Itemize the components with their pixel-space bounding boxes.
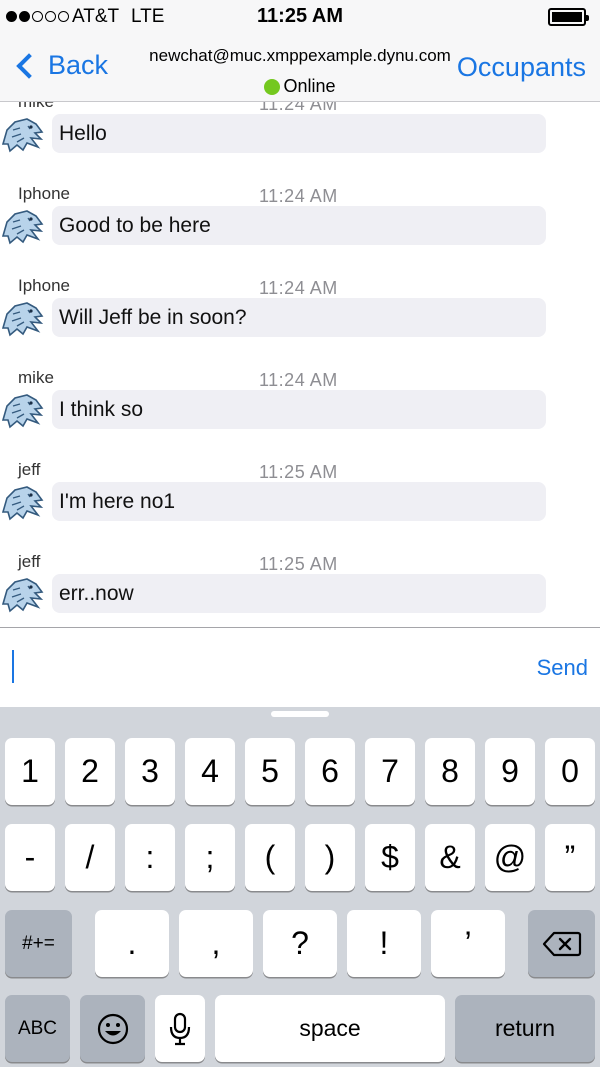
avatar-icon [1, 486, 44, 521]
message-bubble: I think so [52, 390, 546, 429]
key-7[interactable]: 7 [365, 738, 415, 805]
space-key[interactable]: space [215, 995, 445, 1062]
key-at[interactable]: @ [485, 824, 535, 891]
message-sender: Iphone [18, 276, 70, 295]
navigation-bar: Back newchat@muc.xmppexample.dynu.com On… [0, 34, 600, 102]
key-semicolon[interactable]: ; [185, 824, 235, 891]
key-4[interactable]: 4 [185, 738, 235, 805]
key-question[interactable]: ? [263, 910, 337, 977]
message-bubble: Good to be here [52, 206, 546, 245]
key-close-paren[interactable]: ) [305, 824, 355, 891]
key-period[interactable]: . [95, 910, 169, 977]
online-status-icon [264, 78, 281, 95]
abc-key[interactable]: ABC [5, 995, 70, 1062]
backspace-key[interactable] [528, 910, 595, 977]
key-exclamation[interactable]: ! [347, 910, 421, 977]
avatar-icon [1, 210, 44, 245]
key-hyphen[interactable]: - [5, 824, 55, 891]
message-item: jeff 11:25 AM I'm here no1 [0, 460, 600, 552]
message-sender: Iphone [18, 184, 70, 203]
message-list[interactable]: mike 11:24 AM Hello Iphone 11:24 AM Good… [0, 102, 600, 627]
message-bubble: Hello [52, 114, 546, 153]
message-item: jeff 11:25 AM err..now [0, 552, 600, 627]
key-5[interactable]: 5 [245, 738, 295, 805]
keyboard-grabber[interactable] [271, 711, 329, 717]
more-symbols-key[interactable]: #+= [5, 910, 72, 977]
key-slash[interactable]: / [65, 824, 115, 891]
message-input-bar: Send [0, 627, 600, 707]
message-bubble: I'm here no1 [52, 482, 546, 521]
key-quote[interactable]: ” [545, 824, 595, 891]
avatar-icon [1, 118, 44, 153]
avatar-icon [1, 302, 44, 337]
status-time: 11:25 AM [257, 5, 343, 27]
key-comma[interactable]: , [179, 910, 253, 977]
message-item: Iphone 11:24 AM Good to be here [0, 184, 600, 276]
message-bubble: err..now [52, 574, 546, 613]
emoji-icon [97, 1013, 128, 1044]
key-9[interactable]: 9 [485, 738, 535, 805]
key-open-paren[interactable]: ( [245, 824, 295, 891]
backspace-icon [542, 931, 581, 956]
message-item: Iphone 11:24 AM Will Jeff be in soon? [0, 276, 600, 368]
presence-label: Online [283, 76, 336, 96]
send-button[interactable]: Send [537, 655, 588, 681]
battery-icon [548, 8, 589, 26]
occupants-button[interactable]: Occupants [457, 52, 586, 83]
message-time: 11:24 AM [259, 186, 338, 206]
message-item: mike 11:24 AM I think so [0, 368, 600, 460]
key-8[interactable]: 8 [425, 738, 475, 805]
key-0[interactable]: 0 [545, 738, 595, 805]
key-1[interactable]: 1 [5, 738, 55, 805]
keyboard: 1 2 3 4 5 6 7 8 9 0 - / : ; ( ) $ & @ ” … [0, 707, 600, 1067]
message-time: 11:25 AM [259, 462, 338, 482]
message-time: 11:25 AM [259, 554, 338, 574]
message-sender: jeff [18, 460, 41, 479]
message-time: 11:24 AM [259, 278, 338, 298]
microphone-key[interactable] [155, 995, 205, 1062]
avatar-icon [1, 394, 44, 429]
key-dollar[interactable]: $ [365, 824, 415, 891]
return-key[interactable]: return [455, 995, 595, 1062]
message-bubble: Will Jeff be in soon? [52, 298, 546, 337]
message-item: mike 11:24 AM Hello [0, 102, 600, 184]
key-6[interactable]: 6 [305, 738, 355, 805]
key-colon[interactable]: : [125, 824, 175, 891]
message-time: 11:24 AM [259, 370, 338, 390]
key-ampersand[interactable]: & [425, 824, 475, 891]
status-bar: AT&T LTE 11:25 AM [0, 0, 600, 34]
message-input[interactable] [12, 650, 14, 683]
avatar-icon [1, 578, 44, 613]
message-sender: jeff [18, 552, 41, 571]
microphone-icon [169, 1012, 191, 1045]
emoji-key[interactable] [80, 995, 145, 1062]
key-2[interactable]: 2 [65, 738, 115, 805]
message-sender: mike [18, 368, 54, 387]
message-sender: mike [18, 102, 54, 112]
key-3[interactable]: 3 [125, 738, 175, 805]
key-apostrophe[interactable]: ’ [431, 910, 505, 977]
